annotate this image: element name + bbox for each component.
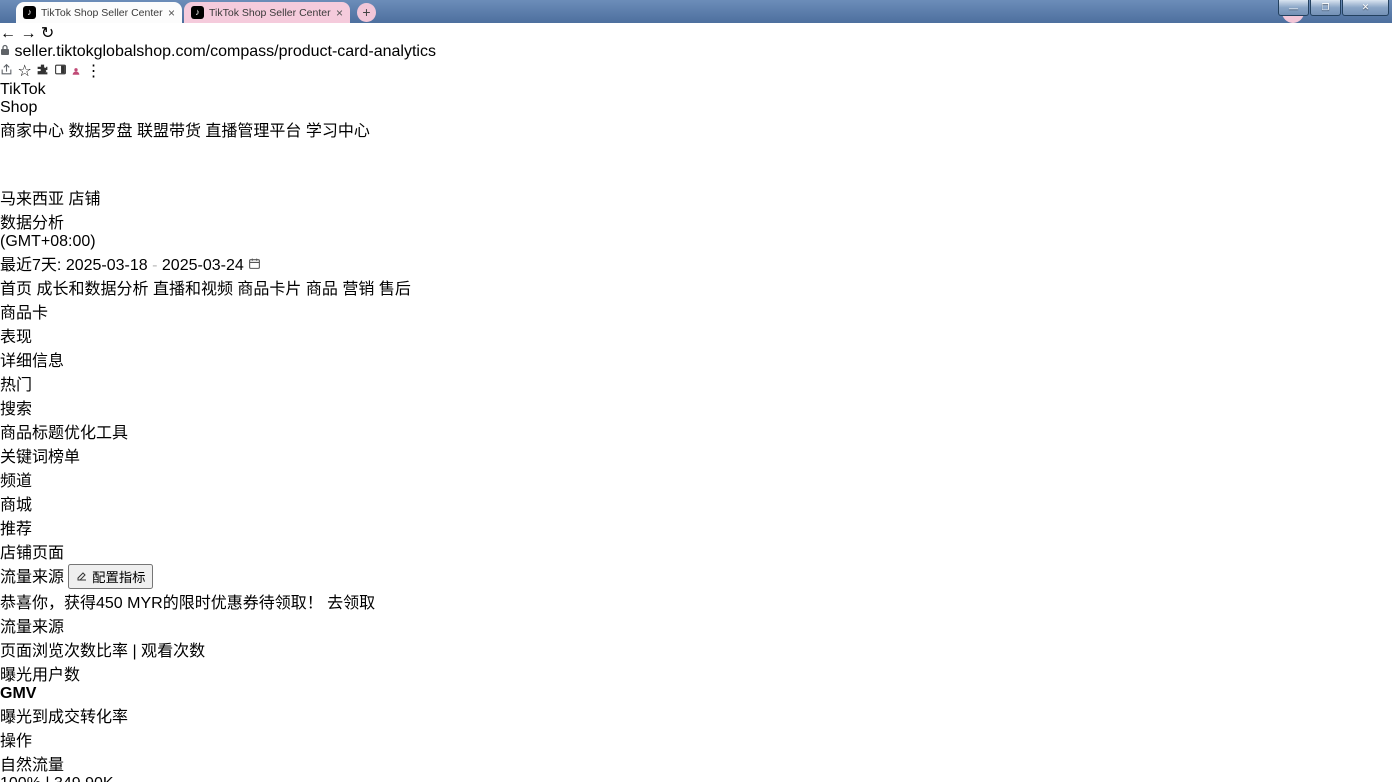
new-tab-button[interactable] bbox=[357, 3, 376, 22]
page-title: 数据分析 bbox=[0, 209, 1392, 233]
tiktok-shop-nav: TikTok Shop 商家中心 数据罗盘 联盟带货 直播管理平台 学习中心 马… bbox=[0, 81, 1392, 209]
share-icon[interactable] bbox=[0, 63, 13, 76]
timezone-label: (GMT+08:00) bbox=[0, 233, 96, 250]
traffic-table-header: 流量来源 页面浏览次数比率 | 观看次数 曝光用户数 GMV bbox=[0, 613, 1392, 751]
date-range-picker[interactable]: 最近7天: 2025-03-18 - 2025-03-24 bbox=[0, 251, 1392, 275]
main-content: 流量来源 配置指标 恭喜你，获得450 MYR的限时优惠券待领取！ 去领取 流量… bbox=[0, 563, 1392, 782]
tab-products[interactable]: 商品 bbox=[306, 281, 338, 298]
bookmark-star-icon[interactable]: ☆ bbox=[17, 63, 31, 80]
tab-after-sale[interactable]: 售后 bbox=[379, 281, 411, 298]
nav-item-live[interactable]: 直播管理平台 bbox=[205, 123, 301, 140]
url-path: /compass/product-card-analytics bbox=[206, 43, 436, 60]
sidebar-section-channel: 频道 bbox=[0, 467, 1392, 491]
profile-avatar-icon[interactable] bbox=[71, 63, 81, 80]
sidebar-item-title-optimizer[interactable]: 商品标题优化工具 bbox=[0, 419, 1392, 443]
claim-coupon-link[interactable]: 去领取 bbox=[327, 595, 375, 612]
tiktok-favicon bbox=[23, 6, 36, 19]
configure-metrics-button[interactable]: 配置指标 bbox=[68, 564, 153, 589]
sidebar: 商品卡 表现 详细信息 热门 搜索 商品标题优化工具 关键词榜单 频道 商城 推… bbox=[0, 299, 1392, 563]
tiktok-shop-logo[interactable]: TikTok Shop bbox=[0, 81, 1392, 117]
tab-product-card[interactable]: 商品卡片 bbox=[237, 281, 301, 298]
traffic-table: 流量来源 页面浏览次数比率 | 观看次数 曝光用户数 GMV bbox=[0, 613, 1392, 782]
sidebar-section-product-card: 商品卡 bbox=[0, 299, 1392, 323]
back-button[interactable]: ← bbox=[0, 25, 16, 42]
extensions-icon[interactable] bbox=[36, 63, 49, 76]
tab-title: TikTok Shop Seller Center | Cr bbox=[41, 7, 163, 19]
tab-home[interactable]: 首页 bbox=[0, 281, 32, 298]
store-switcher[interactable]: 马来西亚 店铺 bbox=[0, 185, 1392, 209]
url-host: seller.tiktokglobalshop.com bbox=[14, 43, 205, 60]
close-tab-icon[interactable] bbox=[336, 6, 343, 20]
address-bar[interactable]: seller.tiktokglobalshop.com/compass/prod… bbox=[0, 43, 1392, 61]
sidebar-section-search: 搜索 bbox=[0, 395, 1392, 419]
calendar-icon bbox=[248, 257, 261, 270]
sidebar-item-details[interactable]: 详细信息 bbox=[0, 347, 1392, 371]
coupon-banner: 恭喜你，获得450 MYR的限时优惠券待领取！ 去领取 bbox=[0, 589, 1392, 613]
nav-item-affiliate[interactable]: 联盟带货 bbox=[137, 123, 201, 140]
forward-button[interactable]: → bbox=[20, 25, 36, 42]
reload-button[interactable]: ↻ bbox=[41, 25, 54, 42]
browser-menu-icon[interactable]: ⋮ bbox=[86, 63, 102, 80]
browser-titlebar: TikTok Shop Seller Center | Cr TikTok Sh… bbox=[0, 0, 1392, 23]
edit-icon bbox=[76, 570, 88, 582]
tiktok-favicon bbox=[191, 6, 204, 19]
close-tab-icon[interactable] bbox=[168, 6, 175, 20]
tab-live-video[interactable]: 直播和视频 bbox=[153, 281, 233, 298]
lock-icon bbox=[0, 44, 10, 56]
side-panel-icon[interactable] bbox=[54, 63, 67, 76]
sidebar-item-recommend[interactable]: 推荐 bbox=[0, 515, 1392, 539]
maximize-button[interactable]: ❐ bbox=[1310, 0, 1341, 16]
minimize-button[interactable]: — bbox=[1278, 0, 1309, 16]
sidebar-item-shop-page[interactable]: 店铺页面 bbox=[0, 539, 1392, 563]
nav-item-academy[interactable]: 学习中心 bbox=[306, 123, 370, 140]
analytics-tabs: 首页 成长和数据分析 直播和视频 商品卡片 商品 营销 售后 bbox=[0, 275, 1392, 299]
browser-tab-1[interactable]: TikTok Shop Seller Center | Cr bbox=[16, 2, 182, 23]
tab-growth[interactable]: 成长和数据分析 bbox=[36, 281, 148, 298]
nav-item-compass[interactable]: 数据罗盘 bbox=[68, 123, 132, 140]
page-header: 数据分析 (GMT+08:00) 最近7天: 2025-03-18 - 2025… bbox=[0, 209, 1392, 299]
table-row-organic: 自然流量 100% | 349.90K 202.28K RM2,251.51 0… bbox=[0, 751, 1392, 782]
headset-icon[interactable] bbox=[0, 141, 17, 158]
nav-item-seller-center[interactable]: 商家中心 bbox=[0, 123, 64, 140]
toolbar-icons: ☆ ⋮ bbox=[0, 61, 1392, 81]
screen: TikTok Shop Seller Center | Cr TikTok Sh… bbox=[0, 0, 1392, 782]
sidebar-item-mall[interactable]: 商城 bbox=[0, 491, 1392, 515]
bell-icon[interactable] bbox=[0, 163, 16, 180]
sidebar-item-performance[interactable]: 表现 bbox=[0, 323, 1392, 347]
banner-text: 恭喜你，获得450 MYR的限时优惠券待领取！ bbox=[0, 595, 323, 612]
traffic-source-title: 流量来源 bbox=[0, 569, 64, 586]
tab-marketing[interactable]: 营销 bbox=[342, 281, 374, 298]
close-button[interactable]: ✕ bbox=[1342, 0, 1389, 16]
window-controls: — ❐ ✕ bbox=[1277, 0, 1389, 16]
sidebar-item-trending[interactable]: 热门 bbox=[0, 371, 1392, 395]
traffic-source-card: 流量来源 配置指标 恭喜你，获得450 MYR的限时优惠券待领取！ 去领取 流量… bbox=[0, 563, 1392, 782]
browser-tab-2[interactable]: TikTok Shop Seller Center | Cr bbox=[184, 2, 350, 23]
sidebar-item-keyword-ranking[interactable]: 关键词榜单 bbox=[0, 443, 1392, 467]
tab-title: TikTok Shop Seller Center | Cr bbox=[209, 7, 331, 19]
browser-toolbar: ← → ↻ seller.tiktokglobalshop.com/compas… bbox=[0, 23, 1392, 81]
